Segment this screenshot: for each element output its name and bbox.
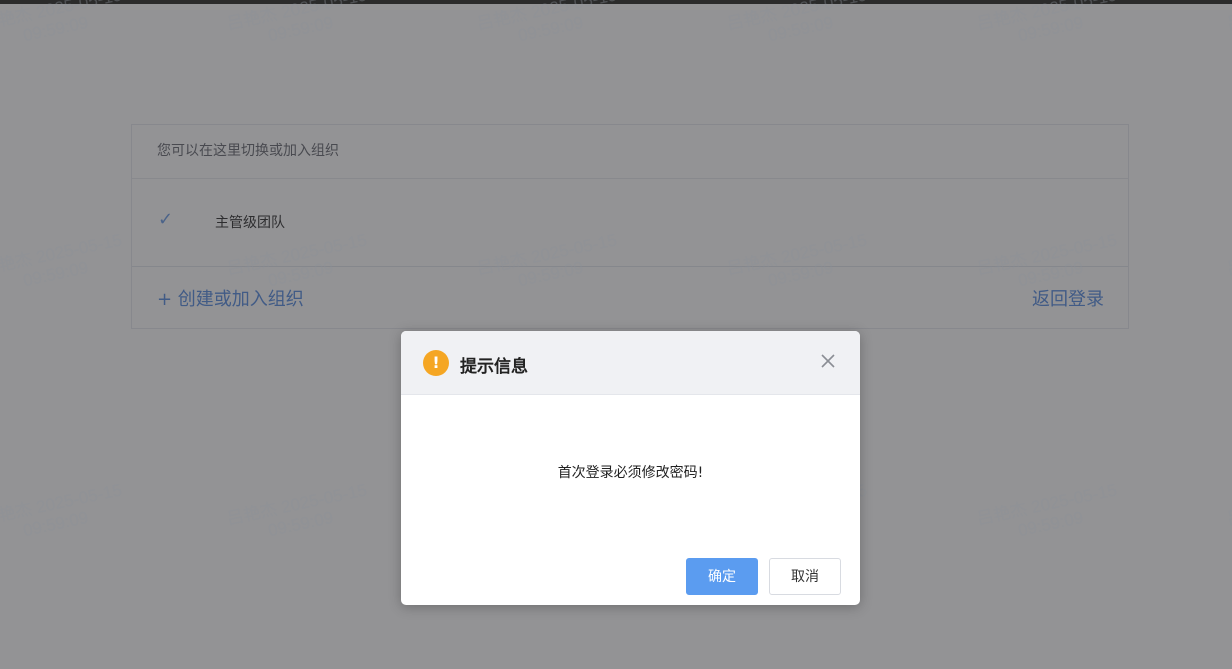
confirm-button[interactable]: 确定 — [686, 558, 758, 595]
warning-icon: ! — [423, 350, 449, 376]
cancel-button[interactable]: 取消 — [769, 558, 841, 595]
dialog-message: 首次登录必须修改密码! — [557, 465, 704, 481]
close-icon[interactable] — [818, 351, 838, 371]
dialog-body: 首次登录必须修改密码! — [401, 394, 860, 544]
dialog-header: ! 提示信息 — [401, 331, 860, 395]
message-dialog: ! 提示信息 首次登录必须修改密码! 确定 取消 — [401, 331, 860, 605]
dialog-title: 提示信息 — [460, 357, 528, 377]
